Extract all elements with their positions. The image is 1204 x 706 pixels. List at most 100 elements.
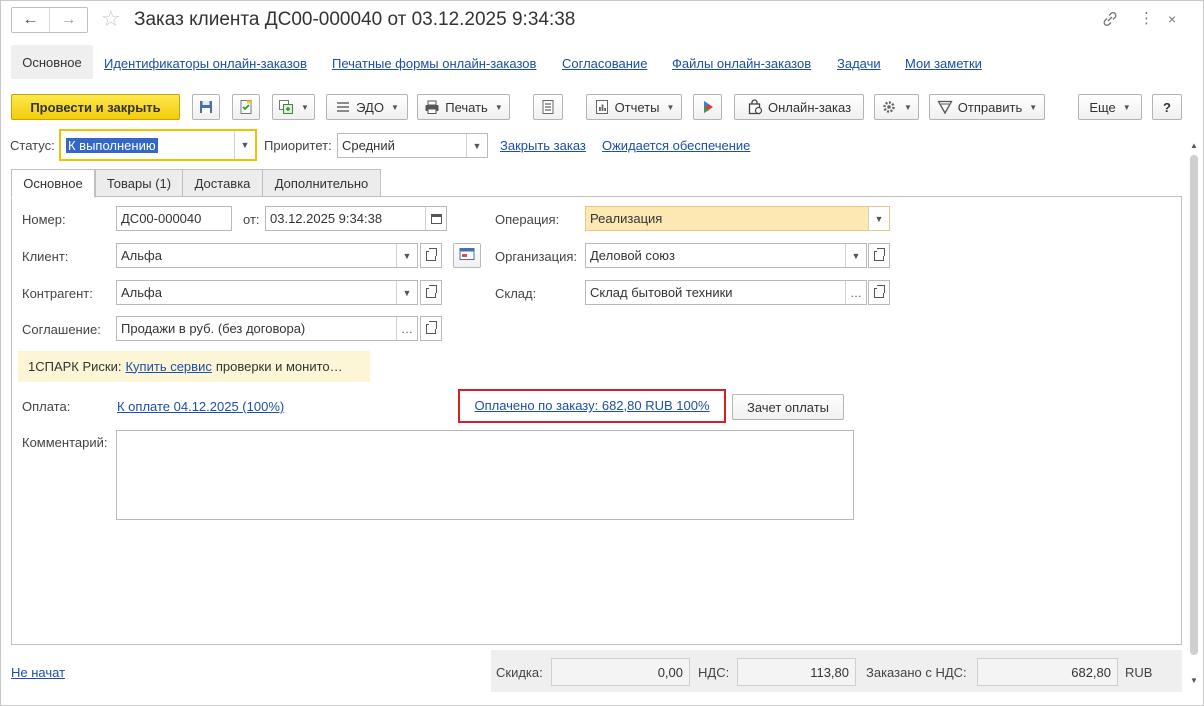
close-icon[interactable]: × <box>1168 9 1176 29</box>
gear-document-icon <box>881 99 897 115</box>
spark-suffix: проверки и монито… <box>215 359 343 374</box>
play-colored-icon <box>700 99 716 115</box>
status-value: К выполнению <box>66 137 158 153</box>
nav-buttons: ← → <box>11 7 88 33</box>
client-field[interactable]: Альфа ▼ <box>116 243 418 268</box>
bag-icon <box>747 99 763 115</box>
forward-button[interactable]: → <box>49 8 87 32</box>
save-button[interactable] <box>192 94 220 120</box>
organization-label: Организация: <box>495 249 578 264</box>
awaiting-supply-link[interactable]: Ожидается обеспечение <box>602 138 750 154</box>
edo-icon <box>335 99 351 115</box>
status-select[interactable]: К выполнению ▼ <box>59 129 257 161</box>
send-button[interactable]: Отправить ▼ <box>929 94 1045 120</box>
dropdown-arrow-icon[interactable]: ▼ <box>234 131 255 159</box>
discount-label: Скидка: <box>496 665 543 680</box>
reports-button[interactable]: Отчеты ▼ <box>586 94 682 120</box>
organization-open-button[interactable] <box>868 243 890 268</box>
number-field[interactable]: ДС00-000040 <box>116 206 232 231</box>
calendar-icon[interactable] <box>425 207 446 230</box>
chevron-down-icon: ▼ <box>666 102 675 112</box>
date-from-label: от: <box>243 212 260 227</box>
card-icon <box>459 247 475 264</box>
post-and-close-button[interactable]: Провести и закрыть <box>11 94 180 120</box>
list-document-icon <box>540 99 556 115</box>
discount-value: 0,00 <box>551 658 690 686</box>
comment-textarea[interactable] <box>116 430 854 520</box>
status-not-started-link[interactable]: Не начат <box>11 665 65 681</box>
more-vert-icon[interactable]: ⋮ <box>1139 9 1154 29</box>
dropdown-arrow-icon[interactable]: ▼ <box>845 244 866 267</box>
vat-value: 113,80 <box>737 658 856 686</box>
dropdown-arrow-icon[interactable]: ▼ <box>868 207 889 230</box>
operation-label: Операция: <box>495 212 560 227</box>
warehouse-open-button[interactable] <box>868 280 890 305</box>
spark-prefix: 1СПАРК Риски: <box>28 359 122 374</box>
create-based-on-button[interactable]: ▼ <box>272 94 315 120</box>
scroll-down-icon[interactable]: ▼ <box>1190 676 1198 685</box>
print-button[interactable]: Печать ▼ <box>417 94 510 120</box>
online-order-button[interactable]: Онлайн-заказ <box>734 94 864 120</box>
payment-offset-button[interactable]: Зачет оплаты <box>732 394 844 420</box>
agreement-label: Соглашение: <box>22 322 101 337</box>
paid-by-order-link[interactable]: Оплачено по заказу: 682,80 RUB 100% <box>474 398 709 414</box>
client-label: Клиент: <box>22 249 69 264</box>
more-actions-button[interactable]: Еще ▼ <box>1078 94 1142 120</box>
chevron-down-icon: ▼ <box>1122 102 1131 112</box>
priority-select[interactable]: Средний ▼ <box>337 133 488 158</box>
post-document-icon <box>238 99 254 115</box>
tab-goods[interactable]: Товары (1) <box>95 169 183 197</box>
warehouse-field[interactable]: Склад бытовой техники … <box>585 280 867 305</box>
payment-schedule-link[interactable]: К оплате 04.12.2025 (100%) <box>117 399 284 415</box>
organization-field[interactable]: Деловой союз ▼ <box>585 243 867 268</box>
tab-main[interactable]: Основное <box>11 169 95 198</box>
link-icon[interactable] <box>1101 10 1119 34</box>
section-online-ids[interactable]: Идентификаторы онлайн-заказов <box>104 56 307 71</box>
send-icon <box>937 99 953 115</box>
client-card-button[interactable] <box>453 243 481 268</box>
arrow-right-icon: → <box>60 11 77 28</box>
section-approval[interactable]: Согласование <box>562 56 647 71</box>
dropdown-arrow-icon[interactable]: ▼ <box>396 244 417 267</box>
spark-banner: 1СПАРК Риски: Купить сервис проверки и м… <box>18 351 370 382</box>
dropdown-arrow-icon[interactable]: ▼ <box>466 134 487 157</box>
tab-delivery[interactable]: Доставка <box>182 169 263 197</box>
section-print-forms[interactable]: Печатные формы онлайн-заказов <box>332 56 536 71</box>
select-ellipsis-icon[interactable]: … <box>845 281 866 304</box>
close-order-link[interactable]: Закрыть заказ <box>500 138 586 154</box>
status-label: Статус: <box>10 138 55 153</box>
section-tasks[interactable]: Задачи <box>837 56 881 71</box>
chevron-down-icon: ▼ <box>301 102 309 112</box>
document-list-button[interactable] <box>533 94 563 120</box>
create-based-icon <box>278 99 294 115</box>
section-online-files[interactable]: Файлы онлайн-заказов <box>672 56 811 71</box>
help-button[interactable]: ? <box>1152 94 1182 120</box>
arrow-left-icon: ← <box>22 11 39 28</box>
section-main[interactable]: Основное <box>11 45 93 79</box>
counterparty-open-button[interactable] <box>420 280 442 305</box>
open-window-icon <box>426 284 437 298</box>
comment-label: Комментарий: <box>22 435 108 450</box>
buy-service-link[interactable]: Купить сервис <box>125 359 211 375</box>
post-button[interactable] <box>232 94 260 120</box>
date-field[interactable]: 03.12.2025 9:34:38 <box>265 206 447 231</box>
client-open-button[interactable] <box>420 243 442 268</box>
back-button[interactable]: ← <box>12 8 49 32</box>
scrollbar-thumb[interactable] <box>1190 155 1198 655</box>
run-button[interactable] <box>693 94 722 120</box>
page-title: Заказ клиента ДС00-000040 от 03.12.2025 … <box>134 9 576 30</box>
favorite-star-icon[interactable]: ☆ <box>101 6 121 32</box>
operation-select[interactable]: Реализация ▼ <box>585 206 890 231</box>
agreement-field[interactable]: Продажи в руб. (без договора) … <box>116 316 418 341</box>
dropdown-arrow-icon[interactable]: ▼ <box>396 281 417 304</box>
agreement-open-button[interactable] <box>420 316 442 341</box>
scroll-up-icon[interactable]: ▲ <box>1190 141 1198 150</box>
tab-additional[interactable]: Дополнительно <box>262 169 381 197</box>
select-ellipsis-icon[interactable]: … <box>396 317 417 340</box>
currency-label: RUB <box>1125 665 1153 680</box>
settings-menu-button[interactable]: ▼ <box>874 94 919 120</box>
section-my-notes[interactable]: Мои заметки <box>905 56 982 71</box>
edo-button[interactable]: ЭДО ▼ <box>326 94 408 120</box>
vat-label: НДС: <box>698 665 730 680</box>
counterparty-field[interactable]: Альфа ▼ <box>116 280 418 305</box>
